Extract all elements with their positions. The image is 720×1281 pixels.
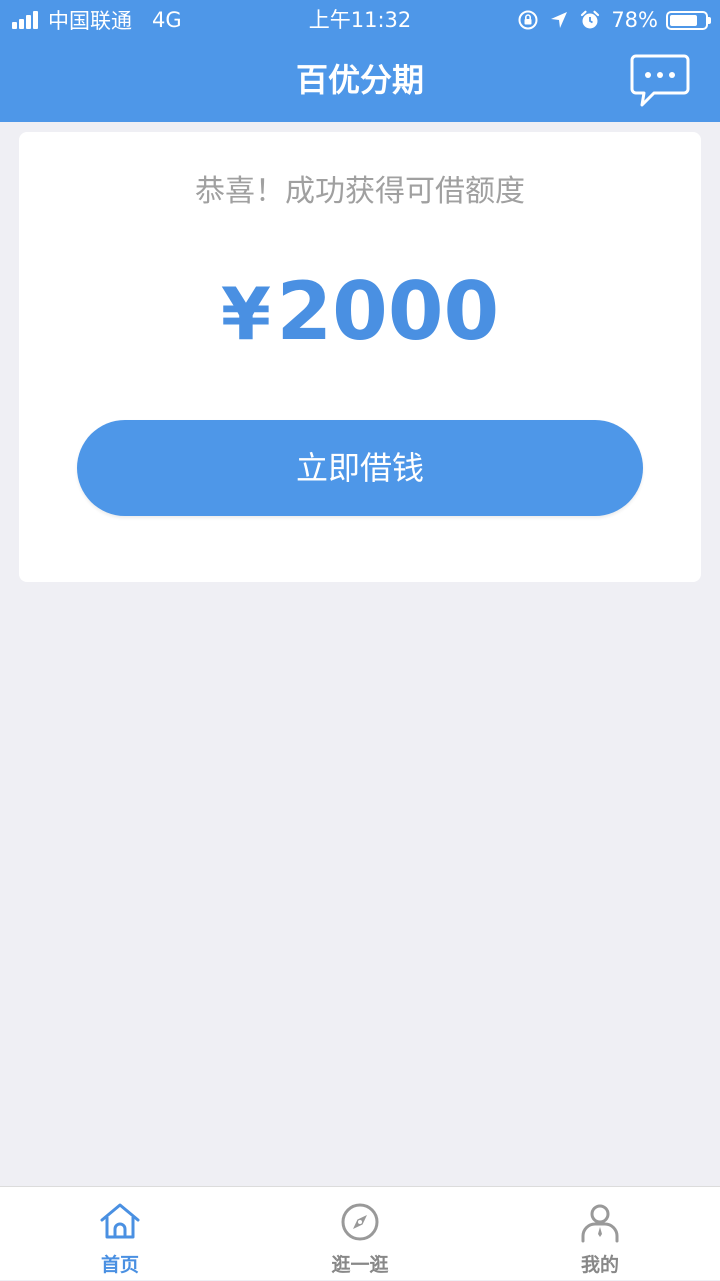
status-bar: 中国联通 4G 上午11:32 78%: [0, 0, 720, 40]
bottom-tab-bar: 首页 逛一逛 我的: [0, 1186, 720, 1280]
tab-mine-label: 我的: [580, 1254, 619, 1276]
user-icon: [581, 1204, 619, 1243]
credit-section: 恭喜！成功获得可借额度 ¥ 2000 立即借钱: [0, 122, 720, 602]
borrow-now-button[interactable]: 立即借钱: [77, 420, 643, 516]
tab-home-label: 首页: [100, 1254, 139, 1276]
chat-bubble-icon: [630, 54, 690, 107]
tab-home[interactable]: 首页: [0, 1187, 240, 1281]
amount-value: 2000: [276, 265, 500, 358]
congrats-text: 恭喜！成功获得可借额度: [195, 174, 525, 209]
tab-explore[interactable]: 逛一逛: [240, 1187, 480, 1281]
tab-mine[interactable]: 我的: [480, 1187, 720, 1281]
alarm-icon: [579, 9, 601, 31]
battery-percent: 78%: [611, 8, 658, 32]
home-icon: [100, 1203, 140, 1239]
status-right: 78%: [517, 7, 711, 33]
rotation-lock-icon: [517, 9, 539, 31]
credit-amount: ¥ 2000: [19, 262, 701, 384]
app-header: 中国联通 4G 上午11:32 78% 百优分期: [0, 0, 720, 122]
currency-symbol: ¥: [220, 272, 271, 356]
tab-explore-label: 逛一逛: [331, 1254, 389, 1276]
compass-icon: [341, 1203, 379, 1241]
battery-icon: [666, 10, 711, 30]
page-title: 百优分期: [295, 61, 424, 99]
credit-card: 恭喜！成功获得可借额度 ¥ 2000 立即借钱: [19, 132, 701, 582]
location-arrow-icon: [549, 10, 569, 30]
message-button[interactable]: [630, 53, 690, 109]
battery-level-fill: [670, 14, 697, 26]
